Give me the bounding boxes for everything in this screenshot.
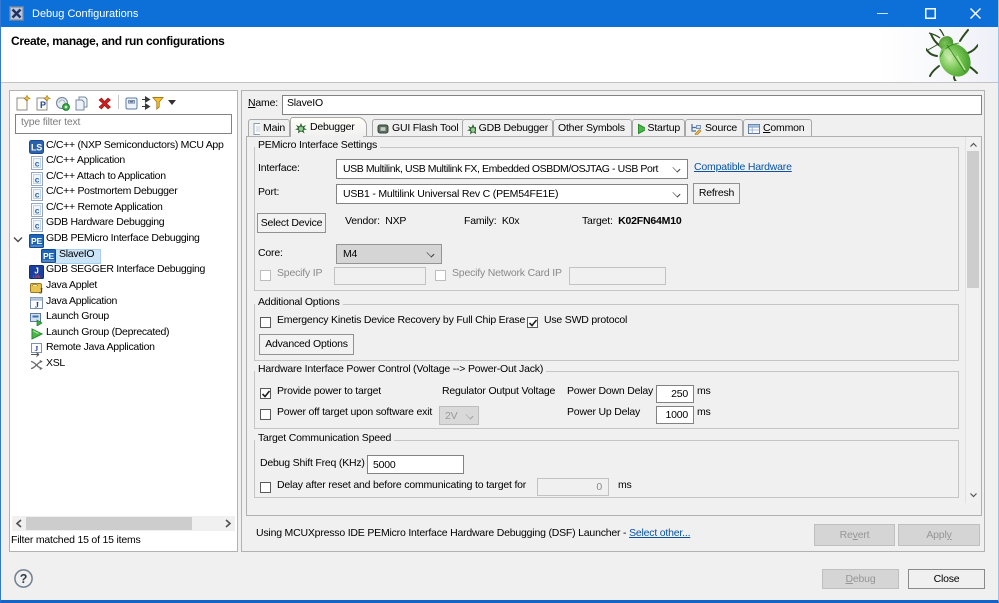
svg-text:c: c: [35, 174, 40, 184]
svg-text:c: c: [35, 205, 40, 215]
svg-text:?: ?: [20, 572, 27, 586]
svg-text:c: c: [35, 190, 40, 200]
svg-text:P: P: [40, 100, 46, 110]
svg-text:J: J: [39, 286, 43, 295]
svg-text:PE: PE: [31, 236, 42, 246]
svg-text:J: J: [35, 344, 39, 353]
svg-text:c: c: [35, 159, 40, 169]
svg-text:Link: Link: [33, 274, 41, 279]
svg-text:c: c: [35, 221, 40, 231]
svg-text:LS: LS: [31, 143, 42, 153]
svg-text:PE: PE: [43, 251, 54, 261]
